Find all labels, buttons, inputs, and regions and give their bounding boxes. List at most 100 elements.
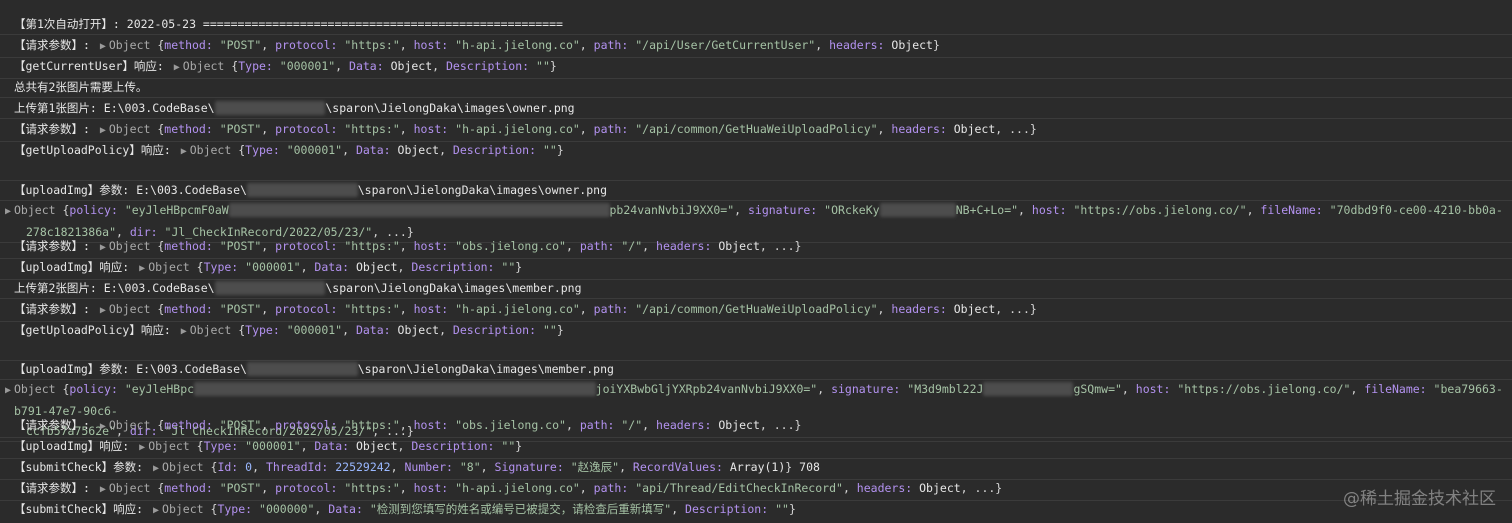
- comma: ,: [399, 122, 414, 136]
- key: host:: [413, 122, 449, 136]
- key: protocol:: [275, 418, 338, 432]
- comma: ,: [565, 239, 580, 253]
- key: host:: [413, 302, 449, 316]
- log-text: 【第1次自动打开】: 2022-05-23 ==================…: [14, 17, 563, 31]
- object-token[interactable]: Object: [109, 481, 151, 495]
- log-line: 【第1次自动打开】: 2022-05-23 ==================…: [0, 14, 1512, 35]
- chevron-right-icon[interactable]: ▶: [97, 121, 109, 141]
- log-label: 【getUploadPolicy】响应:: [14, 323, 171, 337]
- comma: ,: [619, 460, 633, 474]
- comma: ,: [399, 302, 414, 316]
- comma: ,: [734, 203, 748, 217]
- object-token[interactable]: Object: [148, 439, 190, 453]
- value: "000001": [286, 143, 343, 157]
- value: 22529242: [335, 460, 391, 474]
- comma: ,: [480, 460, 495, 474]
- ellipsis: , ...}: [759, 239, 802, 253]
- object-token[interactable]: Object: [109, 418, 151, 432]
- value: "/": [621, 418, 643, 432]
- value: joiYXBwbGljYXRpb24vanNvbiJ9XX0=": [595, 382, 818, 396]
- value: "https://obs.jielong.co/": [1177, 382, 1351, 396]
- comma: ,: [397, 439, 412, 453]
- key: Description:: [411, 439, 495, 453]
- value: "ORckeKy: [824, 203, 880, 217]
- key: headers:: [856, 481, 913, 495]
- key: fileName:: [1260, 203, 1323, 217]
- object-token[interactable]: Object: [148, 260, 190, 274]
- key: signature:: [747, 203, 818, 217]
- object-token[interactable]: Object: [109, 38, 151, 52]
- value: Object: [355, 439, 398, 453]
- comma: ,: [877, 302, 892, 316]
- key: path:: [579, 418, 615, 432]
- chevron-right-icon[interactable]: ▶: [136, 438, 148, 458]
- key: path:: [593, 302, 629, 316]
- chevron-right-icon[interactable]: ▶: [97, 37, 109, 57]
- object-token[interactable]: Object: [109, 302, 151, 316]
- key: path:: [593, 122, 629, 136]
- object-token[interactable]: Object: [14, 382, 56, 396]
- chevron-right-icon[interactable]: ▶: [178, 322, 190, 342]
- key: Type:: [245, 143, 280, 157]
- log-text: 上传第2张图片: E:\003.CodeBase\: [14, 281, 215, 295]
- chevron-right-icon[interactable]: ▶: [97, 238, 109, 258]
- comma: ,: [642, 418, 657, 432]
- redacted-segment: xxxxxxxxxxxxxxxxxxxxxxxxxxxxxxxxxxxxxxxx…: [194, 382, 596, 396]
- redacted-segment: xxxxxxxxxxx: [879, 203, 956, 217]
- value: Array(1): [729, 460, 786, 474]
- chevron-right-icon[interactable]: ▶: [97, 417, 109, 437]
- value: "": [501, 260, 516, 274]
- object-token[interactable]: Object: [109, 122, 151, 136]
- key: Description:: [411, 260, 495, 274]
- log-line: 总共有2张图片需要上传。: [0, 77, 1512, 98]
- ellipsis: , ...}: [960, 481, 1003, 495]
- value: "https://obs.jielong.co/": [1073, 203, 1247, 217]
- log-line: 【uploadImg】响应: ▶ Object {Type: "000001", …: [0, 257, 1512, 280]
- chevron-right-icon[interactable]: ▶: [150, 501, 162, 521]
- chevron-right-icon[interactable]: ▶: [136, 259, 148, 279]
- key: protocol:: [275, 38, 338, 52]
- chevron-right-icon[interactable]: ▶: [178, 142, 190, 162]
- chevron-right-icon[interactable]: ▶: [150, 459, 162, 479]
- object-token[interactable]: Object: [183, 59, 225, 73]
- chevron-right-icon[interactable]: ▶: [2, 202, 14, 222]
- object-token[interactable]: Object: [190, 323, 232, 337]
- object-token[interactable]: Object: [14, 203, 56, 217]
- redacted-segment: xxxxxxxxxxxxxxxx: [246, 362, 358, 376]
- log-line: 【请求参数】: ▶ Object {method: "POST", protoco…: [0, 35, 1512, 58]
- chevron-right-icon[interactable]: ▶: [2, 381, 14, 401]
- redacted-segment: xxxxxxxxxxxxxxxxxxxxxxxxxxxxxxxxxxxxxxxx…: [228, 203, 610, 217]
- chevron-right-icon[interactable]: ▶: [97, 480, 109, 500]
- value: gSQmw=": [1073, 382, 1122, 396]
- comma: ,: [579, 38, 594, 52]
- comma: ,: [261, 481, 276, 495]
- log-line: 【submitCheck】参数: ▶ Object {Id: 0, ThreadI…: [0, 457, 1512, 480]
- value: "obs.jielong.co": [455, 418, 566, 432]
- comma: ,: [252, 460, 266, 474]
- key: Data:: [314, 260, 350, 274]
- brace: }: [515, 439, 523, 453]
- comma: ,: [565, 418, 580, 432]
- log-text: E:\003.CodeBase\: [136, 362, 247, 376]
- log-line: 【请求参数】: ▶ Object {method: "POST", protoco…: [0, 415, 1512, 438]
- comma: ,: [1246, 203, 1261, 217]
- log-label: 【uploadImg】响应:: [14, 260, 130, 274]
- object-token[interactable]: Object: [190, 143, 232, 157]
- key: fileName:: [1364, 382, 1427, 396]
- comma: ,: [439, 143, 453, 157]
- brace: }: [515, 260, 523, 274]
- object-token[interactable]: Object: [162, 460, 204, 474]
- value: "https:": [344, 239, 400, 253]
- object-token[interactable]: Object: [162, 502, 204, 516]
- key: protocol:: [275, 481, 338, 495]
- log-label: 【uploadImg】响应:: [14, 439, 130, 453]
- comma: ,: [390, 460, 405, 474]
- key: host:: [413, 38, 449, 52]
- value: "h-api.jielong.co": [455, 302, 580, 316]
- brace: {: [196, 260, 204, 274]
- key: signature:: [831, 382, 901, 396]
- value: "": [775, 502, 789, 516]
- chevron-right-icon[interactable]: ▶: [97, 301, 109, 321]
- object-token[interactable]: Object: [109, 239, 151, 253]
- chevron-right-icon[interactable]: ▶: [171, 58, 183, 78]
